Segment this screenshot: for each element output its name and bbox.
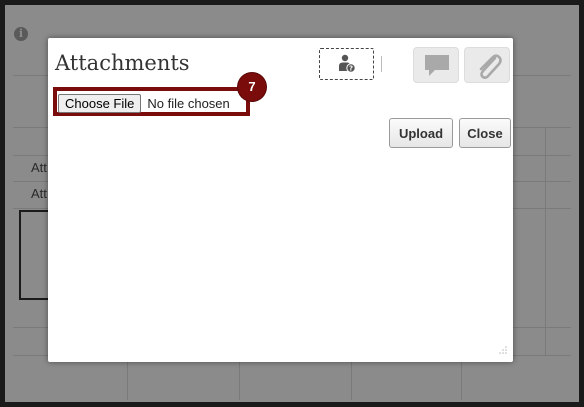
comment-icon <box>425 55 449 76</box>
grid-line <box>545 127 546 355</box>
attach-button[interactable] <box>464 47 510 83</box>
info-icon[interactable]: i <box>14 27 28 41</box>
screenshot-frame: i Att Att Attachments ? Choose File No f… <box>0 0 584 407</box>
dialog-title: Attachments <box>55 51 190 75</box>
upload-button[interactable]: Upload <box>389 118 453 148</box>
background-row-label: Att <box>31 186 47 201</box>
background-row-label: Att <box>31 160 47 175</box>
paperclip-icon <box>479 54 502 79</box>
user-help-icon[interactable]: ? <box>319 48 374 80</box>
svg-text:?: ? <box>349 65 353 73</box>
comment-button[interactable] <box>413 47 459 83</box>
step-badge: 7 <box>238 73 266 101</box>
file-status-text: No file chosen <box>147 96 230 111</box>
choose-file-button[interactable]: Choose File <box>58 94 142 113</box>
close-button[interactable]: Close <box>459 118 511 148</box>
resize-grip-icon[interactable] <box>497 346 507 356</box>
attachments-dialog: Attachments ? Choose File No file chosen <box>48 38 513 362</box>
file-input[interactable]: Choose File No file chosen <box>58 94 230 113</box>
toolbar-separator <box>381 56 382 72</box>
